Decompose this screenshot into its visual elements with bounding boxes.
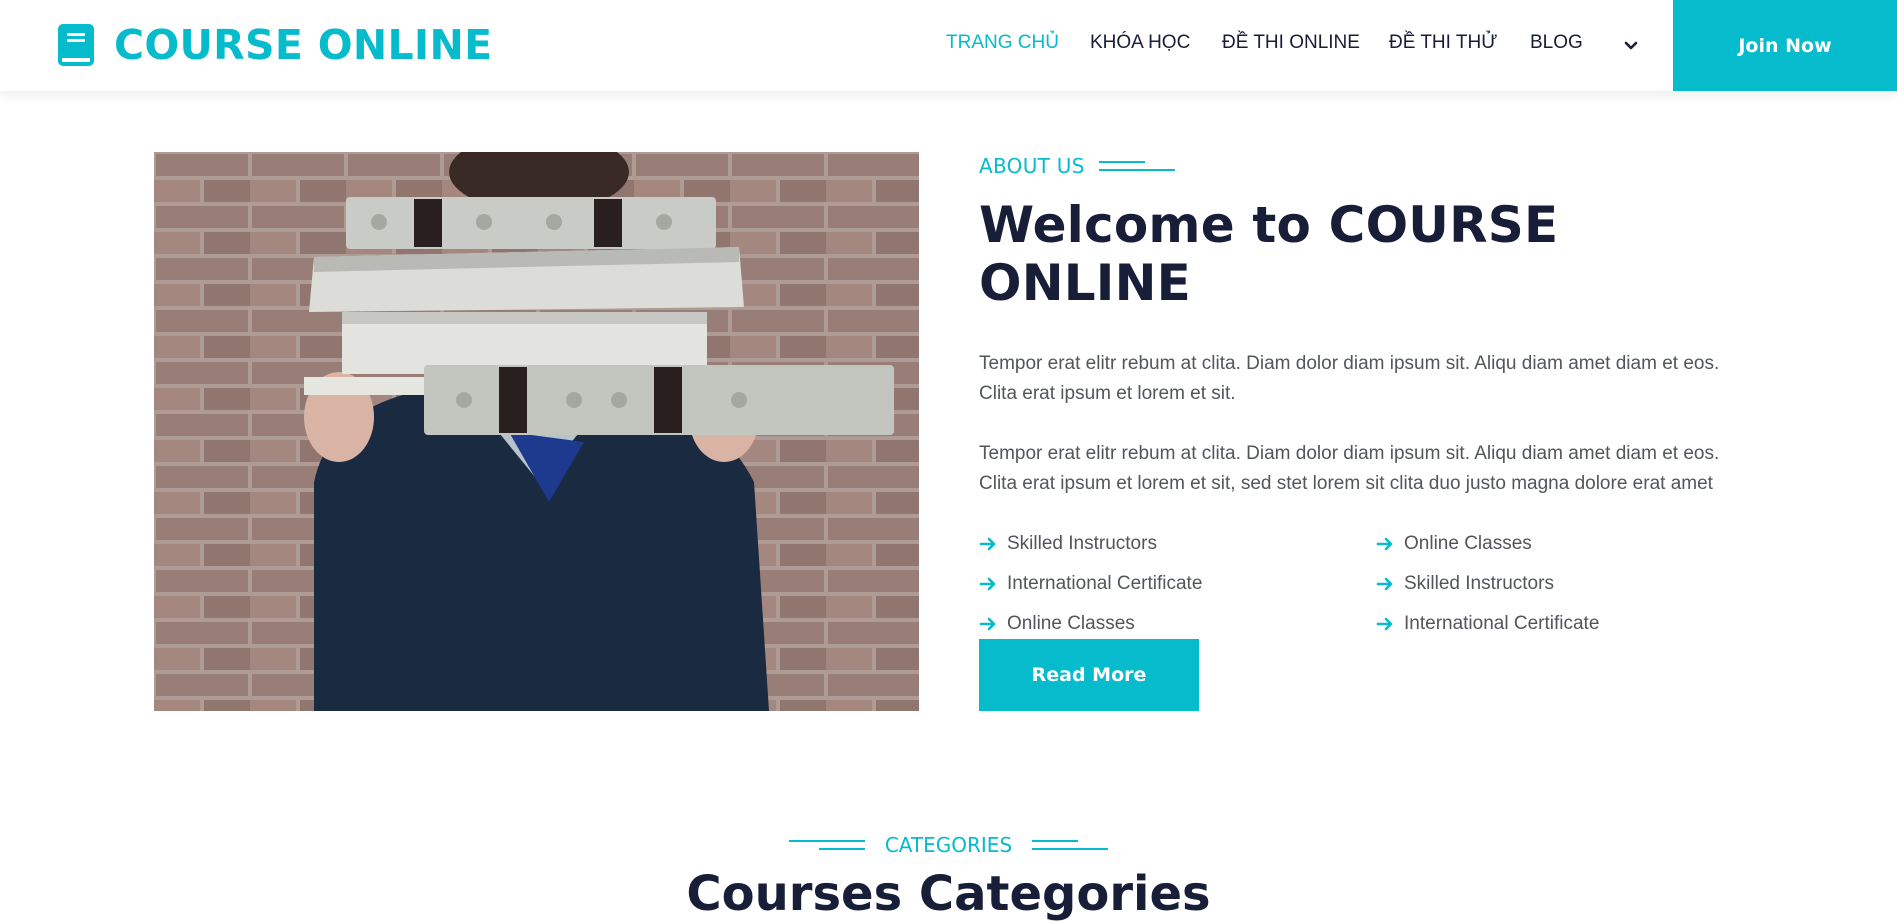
feature-label: Online Classes (1007, 613, 1135, 634)
categories-title: Courses Categories (686, 866, 1211, 922)
feature-item: Skilled Instructors (1376, 569, 1736, 599)
about-subtitle: ABOUT US (979, 152, 1739, 180)
nav-item-de-thi-online[interactable]: ĐỀ THI ONLINE (1222, 32, 1360, 54)
arrow-right-icon (1376, 577, 1393, 591)
decorative-lines (1098, 159, 1175, 173)
nav-item-khoa-hoc[interactable]: KHÓA HỌC (1090, 32, 1190, 54)
book-icon (58, 24, 94, 66)
feature-item: International Certificate (979, 569, 1376, 599)
about-section: ABOUT US Welcome to COURSE ONLINE Tempor… (979, 152, 1739, 639)
decorative-lines (1032, 838, 1109, 852)
arrow-right-icon (1376, 617, 1393, 631)
about-paragraph-1: Tempor erat elitr rebum at clita. Diam d… (979, 353, 1720, 404)
join-now-button[interactable]: Join Now (1673, 0, 1897, 91)
about-paragraph-2: Tempor erat elitr rebum at clita. Diam d… (979, 443, 1720, 494)
feature-label: International Certificate (1404, 613, 1600, 634)
about-title: Welcome to COURSE ONLINE (979, 196, 1559, 312)
arrow-right-icon (979, 577, 996, 591)
decorative-lines (788, 838, 865, 852)
arrow-right-icon (1376, 537, 1393, 551)
feature-item: Skilled Instructors (979, 529, 1376, 559)
arrow-right-icon (979, 617, 996, 631)
feature-label: Skilled Instructors (1007, 533, 1157, 554)
feature-label: Online Classes (1404, 533, 1532, 554)
features-list: Skilled Instructors Online Classes Inter… (979, 529, 1739, 639)
feature-label: Skilled Instructors (1404, 573, 1554, 594)
feature-item: Online Classes (1376, 529, 1736, 559)
categories-subtitle-text: CATEGORIES (884, 833, 1013, 857)
nav-item-trang-chu[interactable]: TRANG CHỦ (946, 32, 1059, 54)
feature-label: International Certificate (1007, 573, 1203, 594)
about-image (154, 152, 919, 711)
navbar: COURSE ONLINE TRANG CHỦ KHÓA HỌC ĐỀ THI … (0, 0, 1897, 91)
nav-item-blog[interactable]: BLOG (1530, 32, 1583, 54)
feature-item: International Certificate (1376, 609, 1736, 639)
nav-item-de-thi-thu[interactable]: ĐỀ THI THỬ (1389, 32, 1497, 54)
arrow-right-icon (979, 537, 996, 551)
about-subtitle-text: ABOUT US (979, 154, 1085, 178)
read-more-button[interactable]: Read More (979, 639, 1199, 711)
chevron-down-icon[interactable] (1620, 34, 1642, 56)
brand-name: COURSE ONLINE (114, 21, 493, 69)
feature-item: Online Classes (979, 609, 1376, 639)
brand-logo-link[interactable]: COURSE ONLINE (58, 20, 492, 70)
categories-subtitle: CATEGORIES (0, 830, 1897, 860)
